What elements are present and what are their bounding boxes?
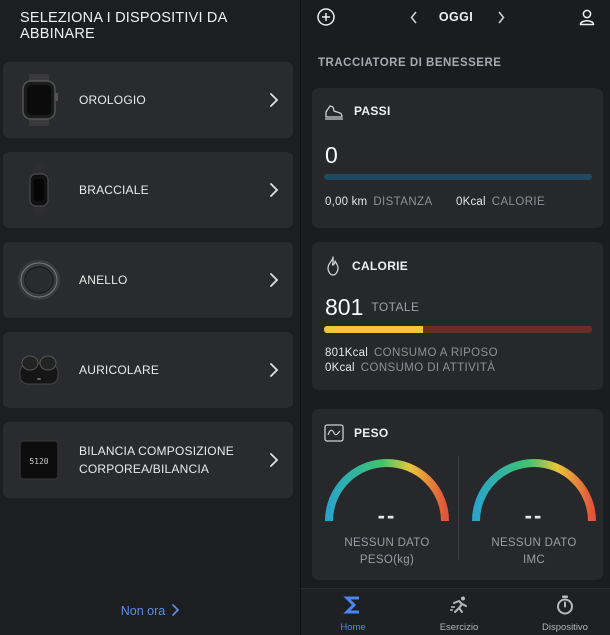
scale-icon: 5120 — [11, 432, 67, 488]
calories-rest-fill — [324, 326, 424, 333]
weight-card[interactable]: PESO -- NESSUN DATO PESO(kg) -- NESSUN D… — [312, 409, 603, 580]
ring-icon — [11, 252, 67, 308]
next-day-button[interactable] — [497, 11, 505, 29]
device-item-watch[interactable]: OROLOGIO — [3, 62, 293, 138]
device-item-ring[interactable]: ANELLO — [3, 242, 293, 318]
chevron-right-icon — [261, 183, 287, 197]
nav-exercise[interactable]: Esercizio — [419, 595, 499, 633]
calories-title: CALORIE — [352, 259, 409, 273]
steps-distance: 0,00 km DISTANZA — [325, 196, 433, 208]
device-item-earbuds[interactable]: AURICOLARE — [3, 332, 293, 408]
user-icon — [579, 9, 595, 26]
device-label: OROLOGIO — [79, 93, 146, 107]
calories-progress-bar — [324, 326, 592, 333]
bmi-value: -- — [524, 503, 544, 528]
steps-card[interactable]: PASSI 0 0,00 km DISTANZA 0Kcal CALORIE — [312, 88, 603, 228]
weight-chart-icon — [324, 424, 344, 442]
device-label: BILANCIA COMPOSIZIONE CORPOREA/BILANCIA — [79, 444, 234, 476]
date-label: OGGI — [438, 10, 474, 24]
runner-icon — [450, 596, 467, 613]
steps-title: PASSI — [354, 104, 391, 118]
scale-display: 5120 — [29, 457, 48, 466]
nav-home[interactable]: Home — [313, 595, 393, 633]
wellness-dashboard: OGGI TRACCIATORE DI BENESSERE PASSI 0 0,… — [300, 0, 610, 635]
top-bar: OGGI — [301, 0, 610, 36]
chevron-right-icon — [261, 93, 287, 107]
steps-progress-bar — [324, 174, 592, 180]
device-label: AURICOLARE — [79, 363, 160, 377]
bottom-nav: Home Esercizio Dispositivo — [301, 588, 610, 635]
watch-icon — [11, 72, 67, 128]
calories-total: 801 TOTALE — [325, 294, 420, 320]
calories-card[interactable]: CALORIE 801 TOTALE 801Kcal CONSUMO A RIPOS… — [312, 242, 603, 390]
chevron-right-icon — [261, 453, 287, 467]
device-item-band[interactable]: BRACCIALE — [3, 152, 293, 228]
sigma-icon — [343, 596, 359, 614]
nav-device[interactable]: Dispositivo — [525, 595, 605, 633]
chevron-right-icon — [171, 604, 180, 619]
calories-rest: 801Kcal CONSUMO A RIPOSO — [325, 347, 498, 359]
weight-title: PESO — [354, 426, 389, 440]
weight-gauge: -- NESSUN DATO PESO(kg) — [322, 455, 452, 595]
chevron-right-icon — [261, 273, 287, 287]
weight-gauge-label: NESSUN DATO PESO(kg) — [344, 537, 430, 566]
section-title: TRACCIATORE DI BENESSERE — [318, 57, 502, 69]
chevron-right-icon — [261, 363, 287, 377]
chevron-right-icon — [498, 11, 505, 24]
steps-calories: 0Kcal CALORIE — [456, 196, 546, 208]
profile-button[interactable] — [578, 8, 596, 31]
bmi-gauge: -- NESSUN DATO IMC — [469, 455, 599, 595]
gauge-divider — [458, 456, 459, 560]
device-label: ANELLO — [79, 273, 128, 287]
shoe-icon — [325, 105, 343, 120]
flame-icon — [327, 256, 339, 276]
weight-value: -- — [377, 503, 397, 528]
calories-activity: 0Kcal CONSUMO DI ATTIVITÀ — [325, 362, 496, 374]
bmi-gauge-label: NESSUN DATO IMC — [491, 537, 577, 566]
device-item-scale[interactable]: 5120 BILANCIA COMPOSIZIONE CORPOREA/BILA… — [3, 422, 293, 498]
not-now-link[interactable]: Non ora — [0, 604, 300, 619]
device-label: BRACCIALE — [79, 183, 149, 197]
earbuds-icon — [11, 342, 67, 398]
band-icon — [11, 162, 67, 218]
pairing-title: SELEZIONA I DISPOSITIVI DA ABBINARE — [20, 10, 227, 42]
device-pairing-panel: SELEZIONA I DISPOSITIVI DA ABBINARE OROL… — [0, 0, 300, 635]
stopwatch-icon — [557, 595, 573, 615]
steps-value: 0 — [325, 142, 338, 168]
